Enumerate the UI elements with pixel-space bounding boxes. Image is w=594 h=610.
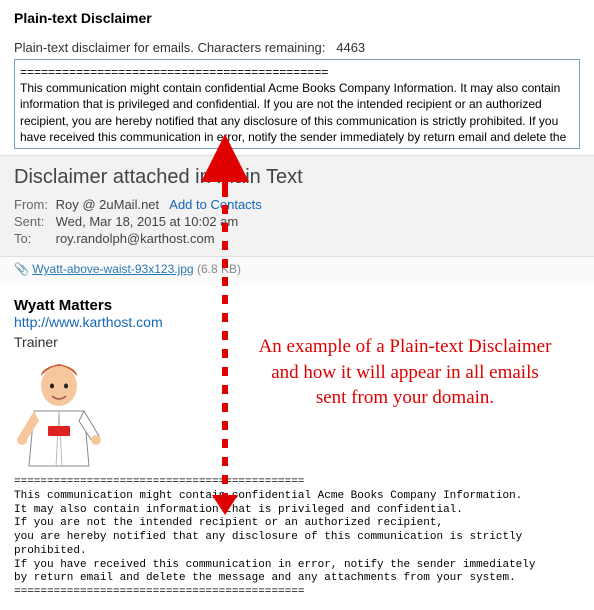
chars-remaining-value: 4463: [336, 40, 365, 55]
signature-url[interactable]: http://www.karthost.com: [14, 314, 163, 330]
chars-remaining-label: Plain-text disclaimer for emails. Charac…: [14, 40, 325, 55]
to-row: To: roy.randolph@karthost.com: [14, 231, 580, 246]
sent-value: Wed, Mar 18, 2015 at 10:02 am: [56, 214, 239, 229]
email-subject: Disclaimer attached in Plain Text: [14, 166, 580, 189]
attachment-link[interactable]: Wyatt-above-waist-93x123.jpg: [32, 262, 193, 276]
config-panel: Plain-text Disclaimer Plain-text disclai…: [0, 0, 594, 155]
paperclip-icon: 📎: [14, 262, 29, 276]
annotation-callout: An example of a Plain-text Disclaimer an…: [255, 334, 555, 411]
add-to-contacts-link[interactable]: Add to Contacts: [169, 197, 262, 212]
sent-row: Sent: Wed, Mar 18, 2015 at 10:02 am: [14, 214, 580, 229]
email-header: Disclaimer attached in Plain Text From: …: [0, 155, 594, 256]
to-value: roy.randolph@karthost.com: [56, 231, 215, 246]
to-label: To:: [14, 231, 52, 246]
email-body-disclaimer: ========================================…: [0, 476, 594, 610]
attachment-row: 📎 Wyatt-above-waist-93x123.jpg (6.8 KB): [0, 256, 594, 281]
disclaimer-textarea[interactable]: ========================================…: [14, 59, 580, 149]
section-heading: Plain-text Disclaimer: [14, 10, 580, 26]
attachment-size: (6.8 KB): [197, 262, 241, 276]
from-value: Roy @ 2uMail.net: [56, 197, 160, 212]
from-row: From: Roy @ 2uMail.net Add to Contacts: [14, 197, 580, 212]
from-label: From:: [14, 197, 52, 212]
chars-remaining: Plain-text disclaimer for emails. Charac…: [14, 40, 580, 55]
sent-label: Sent:: [14, 214, 52, 229]
signature-name: Wyatt Matters: [14, 297, 580, 314]
